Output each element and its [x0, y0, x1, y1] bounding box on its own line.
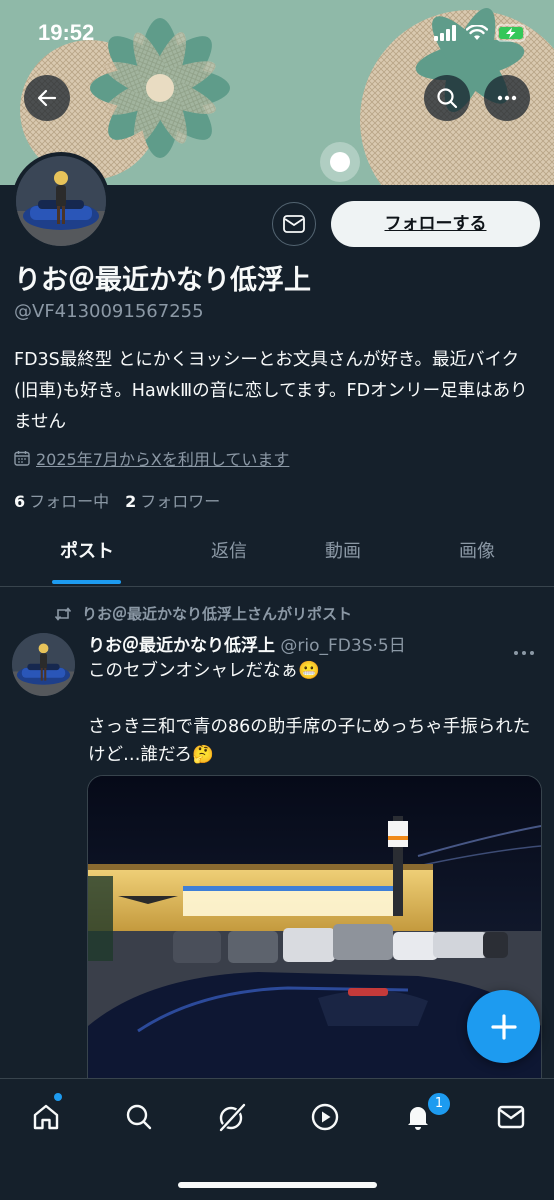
followers-label: フォロワー: [140, 492, 221, 511]
status-time: 19:52: [38, 20, 95, 45]
following-count: 6: [14, 492, 26, 511]
compose-button[interactable]: [467, 990, 540, 1063]
repost-context[interactable]: りお＠最近かなり低浮上さんがリポスト: [54, 603, 352, 624]
calendar-icon: [14, 451, 30, 466]
plus-icon: [490, 1013, 517, 1040]
home-indicator: [178, 1182, 377, 1188]
post-image[interactable]: [87, 775, 542, 1107]
joined-date[interactable]: 2025年7月からXを利用しています: [14, 446, 289, 470]
notifications-badge: 1: [426, 1091, 452, 1117]
nav-home[interactable]: [26, 1097, 66, 1137]
search-button[interactable]: [424, 75, 470, 121]
tab-replies[interactable]: 返信: [172, 528, 286, 586]
active-tab-indicator: [52, 580, 121, 584]
avatar-image: [12, 633, 75, 696]
envelope-icon: [497, 1105, 525, 1129]
home-icon: [33, 1104, 59, 1130]
nav-video[interactable]: [305, 1097, 345, 1137]
post-text-spacer: [88, 685, 538, 713]
grok-icon: [219, 1103, 246, 1132]
search-icon: [437, 88, 458, 109]
cellular-signal-icon: [434, 25, 456, 41]
follow-button[interactable]: フォローする: [331, 201, 540, 247]
wifi-icon: [466, 25, 488, 40]
status-icons: [434, 22, 530, 44]
following-link[interactable]: 6 フォロー中: [14, 488, 109, 512]
profile-tabs: ポスト 返信 動画 画像: [0, 528, 554, 587]
post-header: りお＠最近かなり低浮上 @rio_FD3S·5日: [88, 631, 538, 656]
tab-videos[interactable]: 動画: [286, 528, 400, 586]
post-author-handle[interactable]: @rio_FD3S: [280, 636, 372, 656]
back-button[interactable]: [24, 75, 70, 121]
post-author-name[interactable]: りお＠最近かなり低浮上: [88, 636, 275, 656]
followers-link[interactable]: 2 フォロワー: [125, 488, 220, 512]
repost-icon: [54, 606, 72, 621]
search-icon: [126, 1104, 152, 1130]
message-button[interactable]: [272, 202, 316, 246]
nav-search[interactable]: [119, 1097, 159, 1137]
nav-grok[interactable]: [212, 1097, 252, 1137]
following-label: フォロー中: [29, 492, 110, 511]
home-new-indicator: [54, 1093, 62, 1101]
status-bar: 19:52: [0, 0, 554, 60]
avatar-image: [16, 156, 106, 246]
more-horizontal-icon: [514, 651, 534, 655]
profile-handle: @VF4130091567255: [14, 301, 204, 322]
repost-label: りお＠最近かなり低浮上さんがリポスト: [82, 605, 353, 623]
followers-count: 2: [125, 492, 137, 511]
arrow-left-icon: [37, 89, 57, 107]
post-time[interactable]: 5日: [378, 636, 406, 656]
post-text-line: さっき三和で青の86の助手席の子にめっちゃ手振られたけど…誰だろ🤔: [88, 717, 531, 765]
profile-bio: FD3S最終型 とにかくヨッシーとお文具さんが好き。最近バイク(旧車)も好き。H…: [14, 350, 528, 432]
nav-messages[interactable]: [491, 1097, 531, 1137]
more-horizontal-icon: [497, 95, 517, 101]
play-circle-icon: [311, 1103, 339, 1131]
post-text: このセブンオシャレだなぁ😬 さっき三和で青の86の助手席の子にめっちゃ手振られた…: [88, 657, 538, 769]
tab-media[interactable]: 画像: [420, 528, 534, 586]
post-text-line: このセブンオシャレだなぁ😬: [88, 661, 320, 681]
tab-posts[interactable]: ポスト: [30, 528, 144, 586]
follow-counts: 6 フォロー中 2 フォロワー: [14, 488, 220, 512]
battery-charging-icon: [496, 24, 529, 42]
more-options-button[interactable]: [484, 75, 530, 121]
post-photo: [88, 776, 541, 1106]
profile-avatar[interactable]: [12, 152, 110, 250]
envelope-icon: [283, 215, 305, 233]
profile-screen: 19:52 フォローする りお＠最近かなり低浮上 @VF413009156725…: [0, 0, 554, 1200]
post-author-avatar[interactable]: [12, 633, 75, 696]
joined-text[interactable]: 2025年7月からXを利用しています: [36, 446, 289, 470]
display-name: りお＠最近かなり低浮上: [14, 265, 311, 296]
